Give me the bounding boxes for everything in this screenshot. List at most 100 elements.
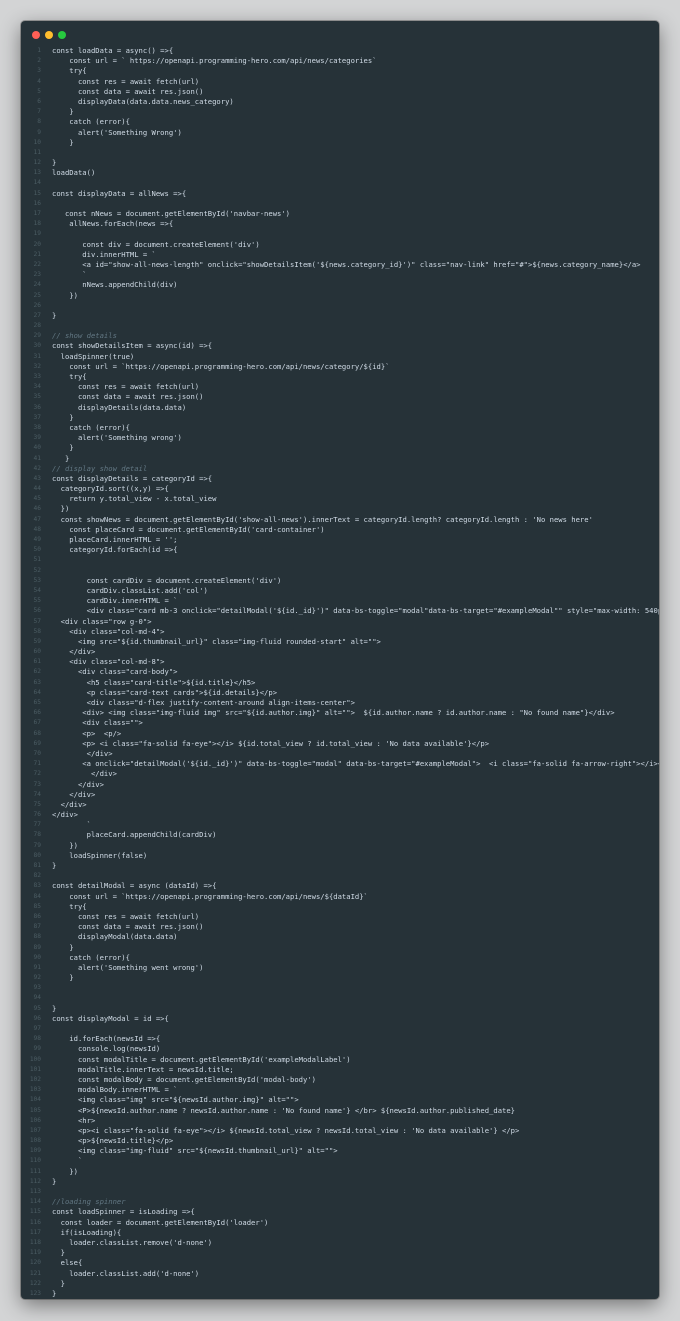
code-text: cardDiv.innerHTML = `: [52, 596, 178, 606]
line-number: 62: [33, 668, 41, 676]
code-text: alert('Something went wrong'): [52, 962, 204, 972]
code-line: 87 const data = await res.json(): [21, 922, 659, 932]
code-line: 31 loadSpinner(true): [21, 352, 659, 362]
line-number: 9: [37, 128, 41, 136]
line-number: 81: [33, 862, 41, 869]
code-line: 67 <div class="">: [21, 718, 659, 728]
code-line: 20 const div = document.createElement('d…: [21, 240, 659, 250]
code-line: 77 `: [21, 820, 659, 830]
code-text: }: [52, 1003, 57, 1013]
line-number: 27: [33, 311, 41, 319]
line-number: 31: [33, 352, 41, 360]
line-number: 58: [33, 627, 41, 635]
code-line: 108 <p>${newsId.title}</p>: [21, 1136, 659, 1146]
code-text: loadData(): [52, 168, 96, 178]
line-number: 71: [33, 760, 41, 768]
code-text: }: [52, 310, 57, 320]
code-text: else{: [52, 1258, 83, 1268]
code-line: 62 <div class="card-body">: [21, 667, 659, 677]
code-line: 103 modalBody.innerHTML = `: [21, 1085, 659, 1095]
code-line: 93: [21, 983, 659, 993]
line-number: 19: [33, 230, 41, 238]
code-line: 37 }: [21, 413, 659, 423]
code-line: 46 }): [21, 504, 659, 514]
code-line: 45 return y.total_view - x.total_view: [21, 494, 659, 504]
line-number: 118: [29, 1238, 41, 1246]
code-line: 116 const loader = document.getElementBy…: [21, 1218, 659, 1228]
code-text: }: [52, 861, 57, 870]
line-number: 55: [33, 597, 41, 605]
code-line: 122 }: [21, 1279, 659, 1289]
code-line: 106 <hr>: [21, 1116, 659, 1126]
line-number: 75: [33, 800, 41, 808]
line-number: 69: [33, 739, 41, 747]
code-line: 7 }: [21, 107, 659, 117]
code-text: div.innerHTML = `: [52, 249, 156, 259]
code-text: }: [52, 137, 74, 147]
code-text: }: [52, 942, 74, 952]
code-text: loadSpinner(true): [52, 351, 135, 361]
code-line: 107 <p><i class="fa-solid fa-eye"></i> $…: [21, 1126, 659, 1136]
code-line: 109 <img class="img-fluid" src="${newsId…: [21, 1146, 659, 1156]
code-text: }): [52, 290, 78, 300]
code-comment: // display show detail: [52, 463, 148, 473]
code-text: const loadSpinner = isLoading =>{: [52, 1207, 195, 1217]
code-line: 65 <div class="d-flex justify-content-ar…: [21, 698, 659, 708]
code-text: <p> <i class="fa-solid fa-eye"></i> ${id…: [52, 738, 490, 748]
code-line: 104 <img class="img" src="${newsId.autho…: [21, 1095, 659, 1105]
line-number: 85: [33, 902, 41, 910]
code-line: 14: [21, 178, 659, 188]
code-text: <img class="img-fluid" src="${newsId.thu…: [52, 1146, 338, 1156]
code-text: <img src="${id.thumbnail_url}" class="im…: [52, 636, 381, 646]
line-number: 65: [33, 699, 41, 706]
line-number: 14: [33, 179, 41, 187]
line-number: 120: [29, 1259, 41, 1267]
code-line: 78 placeCard.appendChild(cardDiv): [21, 830, 659, 840]
code-line: 48 const placeCard = document.getElement…: [21, 525, 659, 535]
code-text: console.log(newsId): [52, 1044, 161, 1054]
code-line: 80 loadSpinner(false): [21, 851, 659, 861]
line-number: 123: [29, 1289, 41, 1297]
code-line: 12}: [21, 158, 659, 168]
code-text: const displayModal = id =>{: [52, 1013, 169, 1023]
code-text: }: [52, 1288, 57, 1298]
close-window-button[interactable]: [32, 31, 40, 39]
line-number: 91: [33, 963, 41, 971]
line-number: 28: [33, 322, 41, 330]
code-editor[interactable]: 1 const loadData = async() =>{2 const url…: [21, 46, 659, 1299]
line-number: 4: [37, 77, 41, 85]
code-line: 3 try{: [21, 66, 659, 76]
code-line: 76 </div>: [21, 810, 659, 820]
code-line: 111 }): [21, 1167, 659, 1177]
line-number: 45: [33, 495, 41, 503]
line-number: 53: [33, 576, 41, 584]
code-text: }: [52, 453, 70, 463]
line-number: 89: [33, 943, 41, 951]
code-text: const res = await fetch(url): [52, 911, 200, 921]
code-text: modalBody.innerHTML = `: [52, 1085, 178, 1095]
minimize-window-button[interactable]: [45, 31, 53, 39]
maximize-window-button[interactable]: [58, 31, 66, 39]
line-number: 12: [33, 159, 41, 167]
code-line: 5 const data = await res.json(): [21, 87, 659, 97]
code-line: 9 alert('Something Wrong'): [21, 128, 659, 138]
line-number: 79: [33, 841, 41, 849]
code-line: 91 alert('Something went wrong'): [21, 963, 659, 973]
line-number: 49: [33, 536, 41, 543]
line-number: 35: [33, 393, 41, 401]
code-line: 82: [21, 871, 659, 881]
line-number: 39: [33, 434, 41, 442]
code-line: 66 <div> <img class="img-fluid img" src=…: [21, 708, 659, 718]
code-text: placeCard.innerHTML = '';: [52, 535, 178, 544]
code-line: 30 const showDetailsItem = async(id) =>{: [21, 341, 659, 351]
code-text: </div>: [52, 789, 96, 799]
line-number: 80: [33, 851, 41, 859]
line-number: 88: [33, 933, 41, 941]
line-number: 48: [33, 525, 41, 533]
code-line: 4 const res = await fetch(url): [21, 77, 659, 87]
code-text: displayData(data.data.news_category): [52, 96, 234, 106]
code-line: 26: [21, 301, 659, 311]
line-number: 25: [33, 291, 41, 299]
code-line: 118 loader.classList.remove('d-none'): [21, 1238, 659, 1248]
code-line: 113: [21, 1187, 659, 1197]
